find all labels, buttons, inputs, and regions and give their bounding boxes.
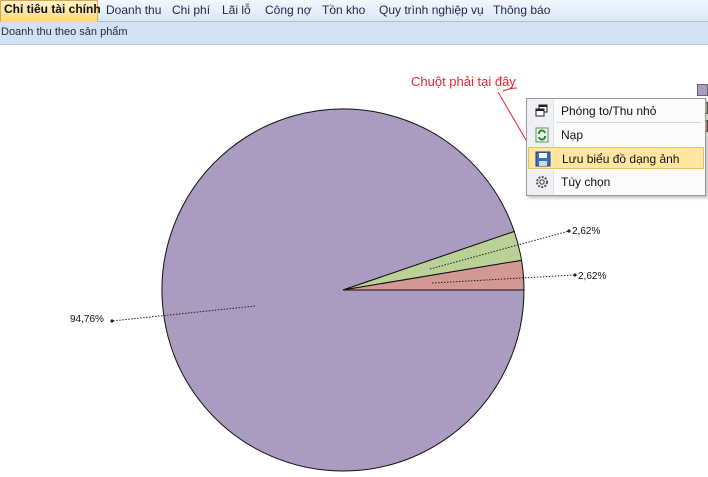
tab-inventory[interactable]: Tồn kho [322, 2, 365, 23]
menu-separator [557, 122, 701, 123]
chart-panel-title: Doanh thu theo sản phẩm [1, 26, 128, 38]
legend-swatch-1 [697, 84, 708, 96]
tab-notifications[interactable]: Thông báo [493, 2, 550, 23]
menu-item-zoom-toggle[interactable]: Phóng to/Thu nhỏ [528, 100, 704, 122]
menu-item-save-as-image[interactable]: Lưu biểu đồ dạng ảnh [528, 147, 704, 169]
tab-revenue[interactable]: Doanh thu [106, 2, 161, 23]
annotation-right-click-here: Chuột phải tại đây [411, 74, 516, 89]
annotation-arrow [497, 91, 527, 141]
tab-business-process[interactable]: Quy trình nghiệp vụ [379, 2, 484, 23]
refresh-icon [535, 127, 549, 143]
data-label-2: 2,62% [572, 226, 600, 237]
data-label-3: 2,62% [578, 271, 606, 282]
context-menu: Phóng to/Thu nhỏ Nạp Lưu biểu đồ dạng ản… [526, 98, 706, 196]
restore-window-icon [535, 104, 548, 117]
data-label-1: 94,76% [70, 314, 104, 325]
tab-financial-indicators[interactable]: Chỉ tiêu tài chính [0, 0, 101, 22]
chart-title-bar: Doanh thu theo sản phẩm [0, 22, 708, 45]
leader-tip-1 [110, 319, 114, 323]
menu-item-label: Lưu biểu đồ dạng ảnh [562, 152, 680, 166]
save-disk-icon [535, 151, 551, 167]
menu-item-reload[interactable]: Nạp [528, 124, 704, 146]
menu-item-label: Nạp [561, 128, 584, 142]
tab-debts[interactable]: Công nợ [265, 2, 312, 23]
tab-profit-loss[interactable]: Lãi lỗ [222, 2, 251, 23]
pie-slices [161, 108, 525, 472]
menu-item-label: Phóng to/Thu nhỏ [561, 104, 657, 118]
menu-item-options[interactable]: Tùy chọn [528, 171, 704, 193]
tab-expenses[interactable]: Chi phí [172, 2, 210, 23]
menu-item-label: Tùy chọn [561, 175, 611, 189]
leader-tip-2 [567, 229, 571, 233]
leader-tip-3 [573, 273, 577, 277]
gear-icon [536, 176, 548, 188]
main-menu-bar: Chỉ tiêu tài chính Doanh thu Chi phí Lãi… [0, 0, 708, 22]
